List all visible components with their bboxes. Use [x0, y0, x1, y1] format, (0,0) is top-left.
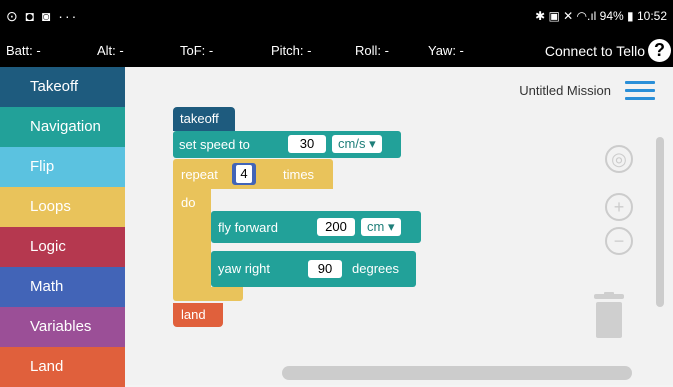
takeoff-block[interactable]: takeoff	[173, 107, 235, 131]
dropdown-arrow-icon: ▾	[387, 219, 395, 234]
repeat-do-arm: do	[173, 189, 211, 293]
fly-forward-block[interactable]: fly forward 200 cm ▾	[211, 211, 421, 243]
zoom-out-icon[interactable]: −	[605, 227, 633, 255]
land-label: land	[181, 307, 206, 322]
speed-unit-label: cm/s	[338, 136, 366, 151]
roll-readout: Roll: -	[355, 43, 389, 58]
takeoff-label: takeoff	[180, 111, 219, 126]
altitude-readout: Alt: -	[97, 43, 124, 58]
repeat-block-footer	[173, 287, 243, 301]
repeat-count-value: 4	[236, 165, 252, 183]
set-speed-label: set speed to	[179, 137, 250, 152]
battery-readout: Batt: -	[6, 43, 41, 58]
set-speed-block[interactable]: set speed to 30 cm/s ▾	[173, 131, 401, 158]
connect-button[interactable]: Connect to Tello	[545, 43, 645, 59]
category-takeoff[interactable]: Takeoff	[0, 67, 125, 107]
fly-forward-label: fly forward	[218, 220, 278, 235]
dropdown-arrow-icon: ▾	[369, 136, 376, 151]
help-icon[interactable]: ?	[648, 39, 671, 62]
hamburger-menu-icon[interactable]	[625, 81, 655, 101]
land-block[interactable]: land	[173, 303, 223, 327]
status-bar: ⊙ ◘ ◙ ··· ✱ ▣ ✕ ◠.ıl 94% ▮ 10:52	[0, 0, 673, 34]
distance-unit-label: cm	[367, 219, 385, 234]
zoom-in-icon[interactable]: +	[605, 193, 633, 221]
repeat-label: repeat	[181, 167, 218, 182]
category-logic[interactable]: Logic	[0, 227, 125, 267]
category-land[interactable]: Land	[0, 347, 125, 387]
horizontal-scrollbar[interactable]	[282, 366, 632, 380]
recenter-icon[interactable]: ◎	[605, 145, 633, 173]
category-flip[interactable]: Flip	[0, 147, 125, 187]
category-navigation[interactable]: Navigation	[0, 107, 125, 147]
pitch-readout: Pitch: -	[271, 43, 312, 58]
telemetry-bar: Batt: - Alt: - ToF: - Pitch: - Roll: - Y…	[0, 34, 673, 67]
vertical-scrollbar[interactable]	[656, 137, 664, 307]
trash-icon[interactable]	[592, 292, 626, 340]
status-right-indicators: ✱ ▣ ✕ ◠.ıl 94% ▮ 10:52	[535, 9, 667, 23]
distance-value-field[interactable]: 200	[317, 218, 355, 236]
degrees-label: degrees	[352, 261, 399, 276]
yaw-right-block[interactable]: yaw right 90 degrees	[211, 251, 416, 287]
yaw-readout: Yaw: -	[428, 43, 464, 58]
yaw-value-field[interactable]: 90	[308, 260, 342, 278]
status-left-icons: ⊙ ◘ ◙ ···	[6, 8, 79, 24]
do-label: do	[181, 195, 196, 210]
distance-unit-dropdown[interactable]: cm ▾	[361, 218, 401, 236]
category-loops[interactable]: Loops	[0, 187, 125, 227]
speed-value-field[interactable]: 30	[288, 135, 326, 153]
repeat-count-field[interactable]: 4	[232, 163, 256, 185]
yaw-right-label: yaw right	[218, 261, 271, 276]
tof-readout: ToF: -	[180, 43, 214, 58]
category-math[interactable]: Math	[0, 267, 125, 307]
block-workspace[interactable]: Untitled Mission takeoff set speed to 30…	[125, 67, 673, 385]
times-label: times	[283, 167, 315, 182]
block-category-sidebar: Takeoff Navigation Flip Loops Logic Math…	[0, 67, 125, 387]
mission-title[interactable]: Untitled Mission	[519, 83, 611, 98]
repeat-block[interactable]: repeat 4 times	[173, 159, 333, 189]
speed-unit-dropdown[interactable]: cm/s ▾	[332, 135, 382, 153]
category-variables[interactable]: Variables	[0, 307, 125, 347]
